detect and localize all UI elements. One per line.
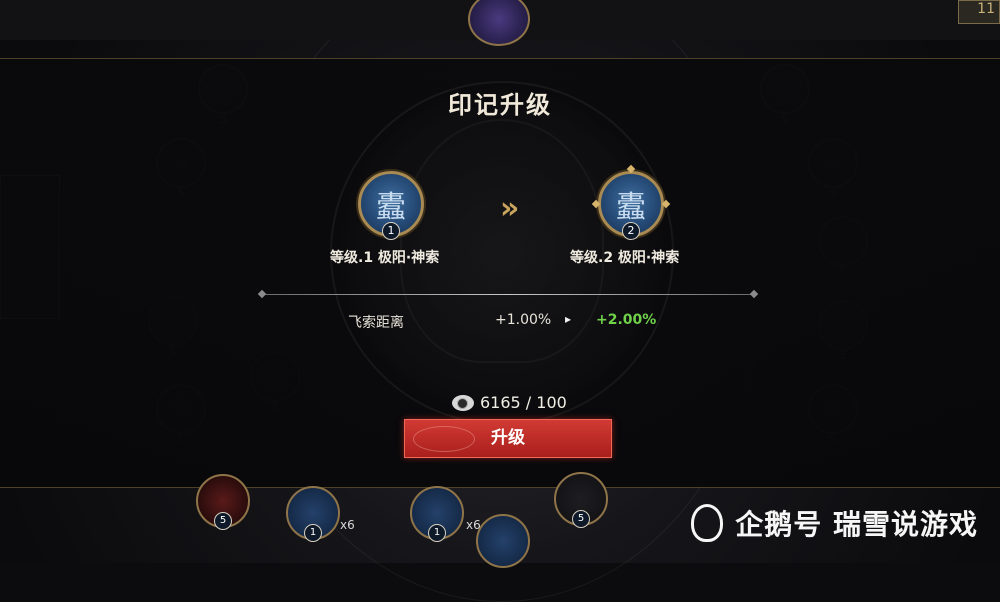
watermark-text: 企鹅号 瑞雪说游戏 bbox=[735, 508, 978, 541]
next-level-badge: 2 bbox=[622, 222, 640, 240]
bottom-mark-node[interactable]: 1 bbox=[286, 486, 340, 542]
stat-new-value: +2.00% bbox=[596, 312, 657, 328]
next-mark-icon: 蠹 2 bbox=[591, 164, 671, 240]
top-level-chip: 11 bbox=[958, 0, 1000, 24]
mark-glyph: 蠹 bbox=[616, 190, 646, 225]
cost-text: 6165 / 100 bbox=[480, 393, 567, 412]
upgrade-arrow-icon: » bbox=[500, 191, 520, 226]
divider-dot bbox=[257, 289, 267, 299]
dialog-title: 印记升级 bbox=[448, 91, 552, 119]
next-mark-label: 等级.2 极阳·神索 bbox=[570, 250, 680, 266]
stat-arrow-icon: ▸ bbox=[565, 312, 572, 326]
bottom-mark-node[interactable]: 5 bbox=[196, 474, 250, 530]
bottom-node-level: 5 bbox=[572, 510, 590, 528]
stat-old-value: +1.00% bbox=[495, 312, 552, 328]
current-mark-label: 等级.1 极阳·神索 bbox=[330, 250, 440, 266]
mark-upgrade-dialog: 印记升级 蠹 1 等级.1 极阳·神索 » 蠹 2 等级.2 极阳·神索 飞索距… bbox=[0, 58, 1000, 488]
current-mark-icon: 蠹 1 bbox=[358, 171, 424, 240]
bottom-mark-node[interactable] bbox=[476, 514, 530, 568]
bottom-mark-node[interactable]: 5 bbox=[554, 472, 608, 528]
divider-dot bbox=[749, 289, 759, 299]
currency-icon bbox=[452, 394, 474, 411]
upgrade-button[interactable]: 升级 bbox=[404, 419, 612, 458]
upgrade-cost: 6165 / 100 bbox=[452, 393, 567, 412]
penguin-logo-icon bbox=[691, 504, 724, 542]
bottom-node-level: 1 bbox=[428, 524, 446, 542]
mark-glyph: 蠹 bbox=[376, 190, 406, 225]
current-level-badge: 1 bbox=[382, 222, 400, 240]
stat-divider bbox=[262, 294, 754, 295]
bottom-node-level: 5 bbox=[214, 512, 232, 530]
bottom-multiplier: x6 bbox=[340, 518, 355, 532]
watermark: 企鹅号 瑞雪说游戏 bbox=[691, 503, 978, 543]
bottom-node-level: 1 bbox=[304, 524, 322, 542]
stat-name: 飞索距离 bbox=[348, 315, 404, 331]
mark-spike-icon bbox=[661, 199, 671, 209]
bottom-mark-node[interactable]: 1 bbox=[410, 486, 464, 542]
